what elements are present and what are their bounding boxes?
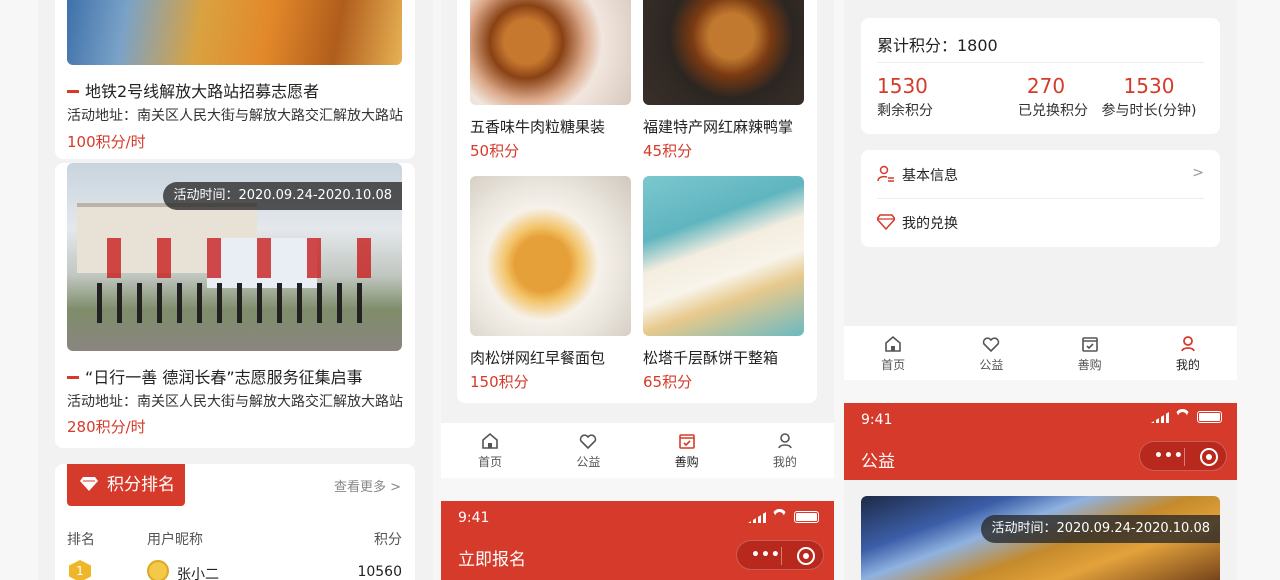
avatar	[147, 560, 169, 580]
status-bar: 9:41	[844, 403, 1237, 439]
diamond-icon	[877, 214, 895, 230]
profile-menu: 基本信息 > 我的兑换	[861, 150, 1220, 247]
signal-icon	[1151, 412, 1169, 423]
user-icon	[778, 433, 792, 449]
total-points: 累计积分：1800	[877, 36, 998, 55]
product-name-2[interactable]: 福建特产网红麻辣鸭掌	[643, 116, 793, 137]
ranking-header: 积分排名	[67, 464, 185, 506]
user-icon	[1181, 335, 1195, 351]
ranking-user-score: 10560	[357, 564, 402, 580]
ranking-col-name: 用户昵称	[147, 532, 203, 548]
ranking-more-link[interactable]: 查看更多 >	[334, 476, 401, 495]
heart-icon	[983, 336, 1000, 352]
event-card-2[interactable]: 活动时间：2020.09.24-2020.10.08 “日行一善 德润长春”志愿…	[55, 163, 415, 448]
ranking-user-name: 张小二	[177, 567, 219, 580]
signal-icon	[748, 512, 766, 523]
event-points-1: 100积分/时	[67, 133, 146, 151]
product-points-1: 50积分	[470, 142, 520, 160]
stat-remaining: 1530 剩余积分	[877, 74, 933, 119]
middle-panel: 五香味牛肉粒糖果装 50积分 福建特产网红麻辣鸭掌 45积分 肉松饼网红早餐面包…	[441, 0, 834, 478]
capsule-menu[interactable]: •••	[1139, 441, 1227, 471]
flags-shape	[87, 238, 387, 278]
diamond-icon	[80, 477, 98, 491]
menu-item-my-exchange[interactable]: 我的兑换	[861, 199, 1220, 247]
heart-icon	[580, 434, 597, 450]
wifi-icon	[772, 509, 787, 524]
menu-item-basic-info[interactable]: 基本信息 >	[861, 150, 1220, 198]
user-edit-icon	[877, 165, 894, 182]
product-image-4[interactable]	[643, 176, 804, 336]
event-time-badge-2: 活动时间：2020.09.24-2020.10.08	[163, 182, 402, 210]
header-bar: 9:41 公益 •••	[844, 403, 1237, 480]
capsule-menu[interactable]: •••	[736, 540, 824, 570]
product-name-1[interactable]: 五香味牛肉粒糖果装	[470, 116, 605, 137]
right-panel: 累计积分：1800 1530 剩余积分 270 已兑换积分 1530 参与时长(…	[844, 0, 1237, 380]
product-points-2: 45积分	[643, 142, 693, 160]
tab-home[interactable]: 首页	[844, 326, 942, 380]
table-row[interactable]: 1 张小二 10560	[55, 558, 415, 580]
close-icon[interactable]	[797, 547, 815, 565]
shop-icon	[1081, 336, 1098, 352]
divider	[877, 62, 1204, 63]
event-image-1	[67, 0, 402, 65]
battery-icon	[1197, 411, 1222, 423]
more-icon[interactable]: •••	[1154, 448, 1184, 464]
product-image-3[interactable]	[470, 176, 631, 336]
event-points-2: 280积分/时	[67, 418, 146, 436]
stat-exchanged: 270 已兑换积分	[1018, 74, 1088, 119]
ranking-col-score: 积分	[374, 532, 402, 548]
event-title-1: 地铁2号线解放大路站招募志愿者	[67, 78, 319, 102]
wifi-icon	[1175, 409, 1190, 424]
product-points-4: 65积分	[643, 373, 693, 391]
chevron-right-icon: >	[1192, 165, 1204, 181]
product-grid: 五香味牛肉粒糖果装 50积分 福建特产网红麻辣鸭掌 45积分 肉松饼网红早餐面包…	[457, 0, 817, 403]
event-address-1: 活动地址：南关区人民大街与解放大路交汇解放大路站	[67, 108, 403, 124]
tab-charity[interactable]: 公益	[539, 423, 637, 478]
crowd-shape	[97, 283, 367, 323]
middle-tabbar: 首页 公益 善购 我的	[441, 423, 834, 478]
more-icon[interactable]: •••	[751, 547, 781, 563]
ranking-card: 积分排名 查看更多 > 排名 用户昵称 积分 1 张小二 10560	[55, 464, 415, 580]
home-icon	[885, 335, 901, 352]
right-tabbar: 首页 公益 善购 我的	[844, 326, 1237, 380]
close-icon[interactable]	[1200, 448, 1218, 466]
event-title-2: “日行一善 德润长春”志愿服务征集启事	[67, 364, 363, 388]
shop-icon	[678, 434, 695, 449]
event-time-badge-3: 活动时间：2020.09.24-2020.10.08	[981, 515, 1220, 543]
tab-mine[interactable]: 我的	[1139, 326, 1237, 380]
event-address-2: 活动地址：南关区人民大街与解放大路交汇解放大路站	[67, 394, 403, 410]
ranking-col-rank: 排名	[67, 532, 95, 548]
home-icon	[482, 432, 498, 449]
tab-charity[interactable]: 公益	[942, 326, 1040, 380]
ranking-title: 积分排名	[107, 475, 175, 495]
product-name-4[interactable]: 松塔千层酥饼干整箱	[643, 347, 778, 368]
tab-mine[interactable]: 我的	[736, 423, 834, 478]
tab-shop[interactable]: 善购	[638, 423, 736, 478]
product-image-2[interactable]	[643, 0, 804, 105]
event-card-1[interactable]: 地铁2号线解放大路站招募志愿者 活动地址：南关区人民大街与解放大路交汇解放大路站…	[55, 0, 415, 159]
product-points-3: 150积分	[470, 373, 529, 391]
middle-screen2: 9:41 立即报名 •••	[441, 501, 834, 580]
left-panel: 地铁2号线解放大路站招募志愿者 活动地址：南关区人民大街与解放大路交汇解放大路站…	[38, 0, 433, 580]
battery-icon	[794, 511, 819, 523]
points-stats-card: 累计积分：1800 1530 剩余积分 270 已兑换积分 1530 参与时长(…	[861, 18, 1220, 134]
status-bar: 9:41	[441, 501, 834, 537]
product-image-1[interactable]	[470, 0, 631, 105]
tab-shop[interactable]: 善购	[1041, 326, 1139, 380]
page-title: 公益	[861, 452, 895, 472]
right-screen2: 9:41 公益 ••• 活动时间：2020.09.24-2020.10.08	[844, 403, 1237, 580]
rank-medal-icon: 1	[69, 560, 91, 580]
tab-home[interactable]: 首页	[441, 423, 539, 478]
page-title: 立即报名	[458, 550, 526, 570]
product-name-3[interactable]: 肉松饼网红早餐面包	[470, 347, 605, 368]
stat-duration: 1530 参与时长(分钟)	[1101, 74, 1197, 119]
